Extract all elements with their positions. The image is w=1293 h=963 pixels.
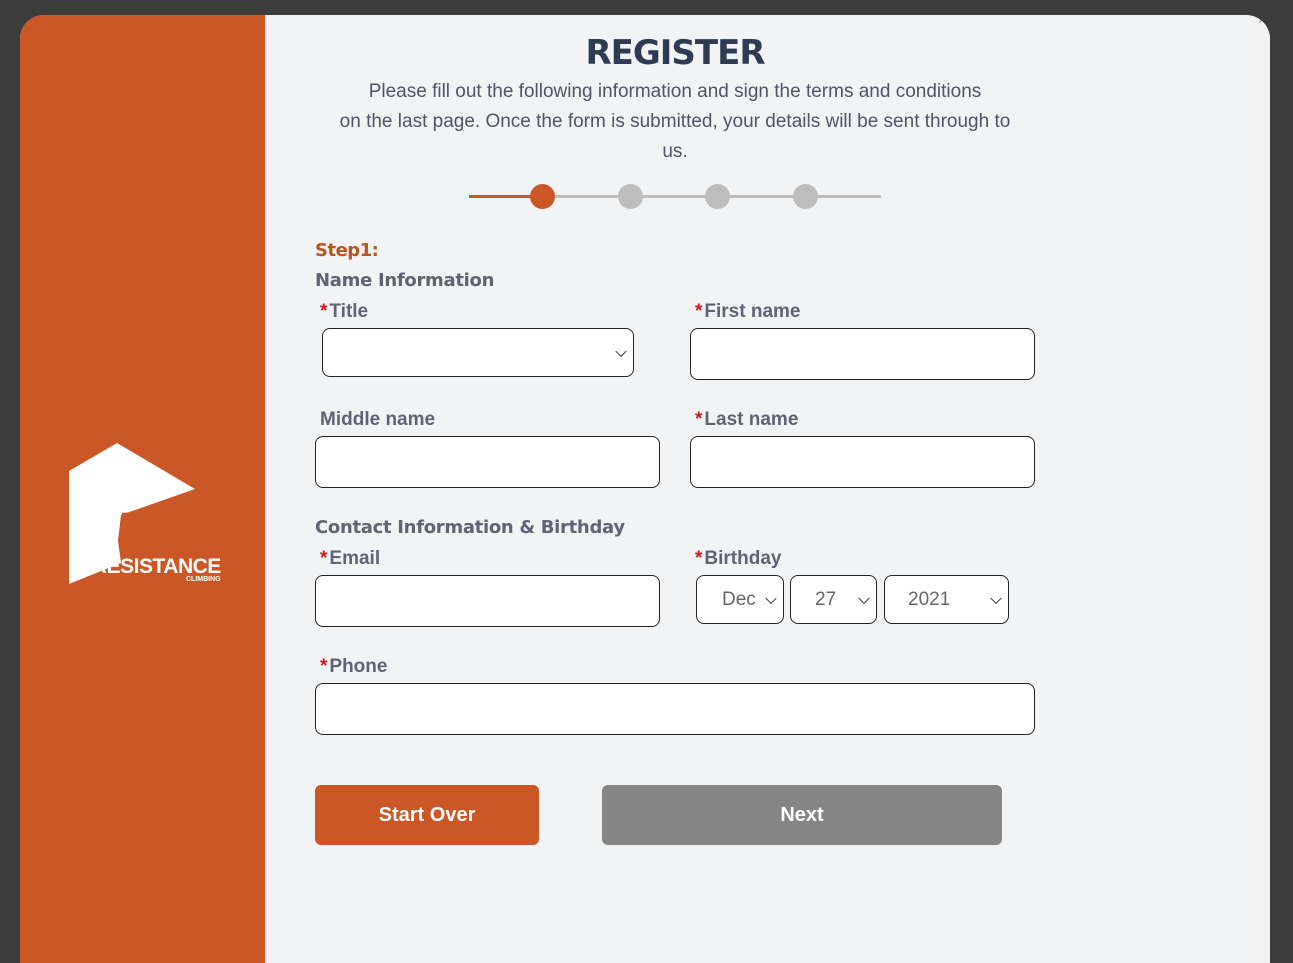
last-name-label: * Last name <box>695 409 799 430</box>
chevron-down-icon <box>990 592 1002 604</box>
middle-name-label: Middle name <box>320 409 436 430</box>
middle-name-input[interactable] <box>315 436 660 488</box>
step-dot-4 <box>793 184 818 209</box>
scroll-up-icon[interactable]: ^ <box>1258 19 1266 30</box>
register-window: RESISTANCE CLIMBING ^ REGISTER Please fi… <box>20 15 1270 963</box>
step-dot-2 <box>618 184 643 209</box>
intro-line-1: Please fill out the following informatio… <box>368 81 982 102</box>
page-title: REGISTER <box>585 33 765 73</box>
title-label: * Title <box>320 301 369 322</box>
title-select[interactable] <box>322 328 634 377</box>
intro-text: Please fill out the following informatio… <box>315 77 1035 167</box>
progress-stepper <box>469 183 883 211</box>
email-label: * Email <box>320 548 381 569</box>
phone-input[interactable] <box>315 683 1035 735</box>
phone-label: * Phone <box>320 656 388 677</box>
step-dot-3 <box>705 184 730 209</box>
birthday-year-value: 2021 <box>908 588 951 610</box>
scrollbar[interactable]: ^ <box>1250 15 1270 963</box>
first-name-label: * First name <box>695 301 801 322</box>
intro-line-3: us. <box>662 141 688 162</box>
brand-sidebar: RESISTANCE CLIMBING <box>20 15 265 963</box>
step-label: Step1: <box>315 240 379 261</box>
logo-subtitle: CLIMBING <box>186 576 221 583</box>
birthday-year-select[interactable]: 2021 <box>884 575 1009 624</box>
last-name-input[interactable] <box>690 436 1035 488</box>
required-marker: * <box>320 301 328 322</box>
resistance-logo: RESISTANCE CLIMBING <box>68 443 238 588</box>
email-input[interactable] <box>315 575 660 627</box>
intro-line-2: on the last page. Once the form is submi… <box>339 111 1011 132</box>
required-marker: * <box>320 548 328 569</box>
birthday-month-value: Dec <box>722 588 756 610</box>
birthday-day-value: 27 <box>815 588 837 610</box>
birthday-month-select[interactable]: Dec <box>696 575 784 624</box>
birthday-day-select[interactable]: 27 <box>790 575 877 624</box>
required-marker: * <box>695 409 703 430</box>
section-contact-birthday: Contact Information & Birthday <box>315 517 625 538</box>
start-over-button[interactable]: Start Over <box>315 785 539 845</box>
chevron-down-icon <box>615 345 627 357</box>
required-marker: * <box>695 301 703 322</box>
chevron-down-icon <box>765 592 777 604</box>
chevron-down-icon <box>858 592 870 604</box>
required-marker: * <box>320 656 328 677</box>
step-dot-1 <box>530 184 555 209</box>
first-name-input[interactable] <box>690 328 1035 380</box>
section-name-information: Name Information <box>315 270 495 291</box>
required-marker: * <box>695 548 703 569</box>
next-button[interactable]: Next <box>602 785 1002 845</box>
birthday-label: * Birthday <box>695 548 782 569</box>
